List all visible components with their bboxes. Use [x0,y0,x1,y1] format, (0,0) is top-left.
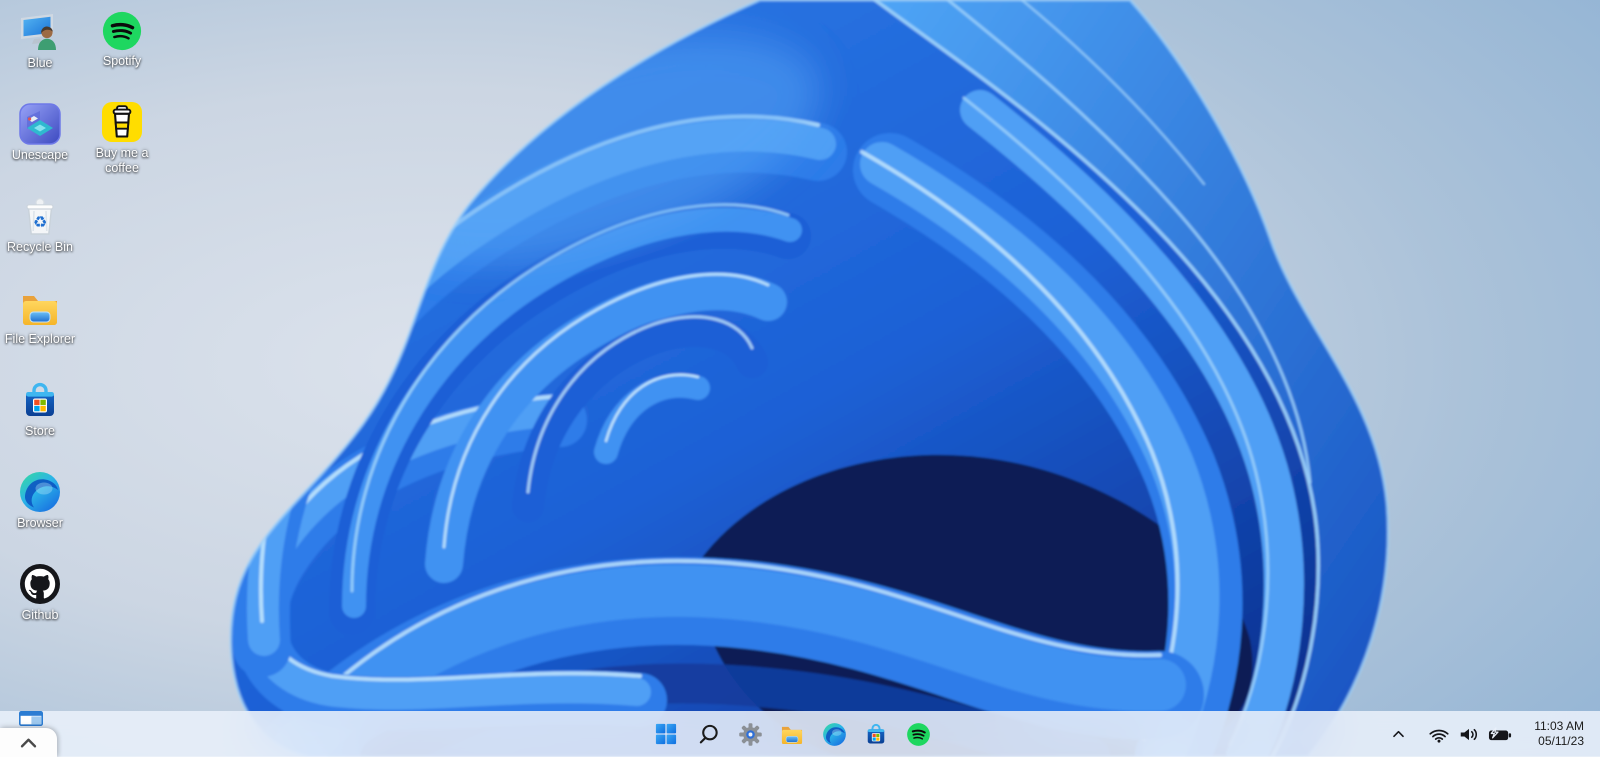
desktop-icon-label: File Explorer [4,332,76,346]
desktop-icon-recycle-bin[interactable]: Recycle Bin [0,194,80,255]
clock-time: 11:03 AM [1534,719,1584,733]
wallpaper-bloom [0,0,1600,757]
desktop-icon-label: Spotify [102,54,142,68]
taskbar-spotify-button[interactable] [900,714,936,754]
gear-icon [738,722,763,747]
taskbar-edge-button[interactable] [816,714,852,754]
corner-flyout-panel[interactable] [0,728,57,757]
battery-charging-icon [1488,727,1513,742]
store-bag-icon [18,378,62,422]
desktop-icon-label: Unescape [11,148,69,162]
window-icon [19,711,43,726]
wifi-icon [1428,726,1450,743]
desktop-icon-label: Browser [17,516,63,530]
desktop-icon-blue[interactable]: Blue [0,10,80,71]
taskbar-settings-button[interactable] [732,714,768,754]
search-icon [697,723,720,746]
desktop-icon-buy-me-a-coffee[interactable]: Buy me a coffee [82,100,162,176]
taskbar: 11:03 AM 05/11/23 [0,711,1600,757]
desktop-icon-label: Blue [27,56,53,70]
spotify-icon [906,722,931,747]
desktop-icon-file-explorer[interactable]: File Explorer [0,286,80,347]
folder-icon [18,286,62,330]
recycle-bin-icon [18,194,62,238]
desktop-icon-browser[interactable]: Browser [0,470,80,531]
hidden-icons-button[interactable] [1388,723,1409,745]
spotify-icon [101,10,143,52]
user-monitor-icon [15,10,65,54]
github-icon [18,562,62,606]
taskbar-file-explorer-button[interactable] [774,714,810,754]
windows-desktop: ♻ [0,0,1600,757]
desktop-icon-label: Recycle Bin [7,240,73,254]
volume-icon [1458,726,1480,743]
desktop-icon-spotify[interactable]: Spotify [82,10,162,69]
taskbar-store-button[interactable] [858,714,894,754]
edge-icon [822,722,847,747]
taskbar-search-button[interactable] [690,714,726,754]
chevron-up-icon [19,737,38,749]
clock-date: 05/11/23 [1538,734,1584,748]
chevron-up-icon [1392,729,1405,739]
desktop-icon-store[interactable]: Store [0,378,80,439]
desktop-icon-github[interactable]: Github [0,562,80,623]
system-tray: 11:03 AM 05/11/23 [1388,711,1588,757]
desktop-icon-unescape[interactable]: Unescape [0,102,80,163]
folder-icon [779,721,805,747]
desktop-icon-label: Store [25,424,55,438]
store-bag-icon [863,721,889,747]
unescape-room-icon [18,102,62,146]
desktop-icon-label: Github [21,608,59,622]
desktop-icon-label: Buy me a coffee [95,146,149,175]
windows-start-icon [655,723,677,745]
taskbar-center [648,711,936,757]
edge-icon [18,470,62,514]
taskbar-start-button[interactable] [648,714,684,754]
coffee-cup-icon [100,100,144,144]
network-volume-battery-button[interactable] [1424,720,1517,749]
taskbar-clock[interactable]: 11:03 AM 05/11/23 [1530,715,1588,753]
